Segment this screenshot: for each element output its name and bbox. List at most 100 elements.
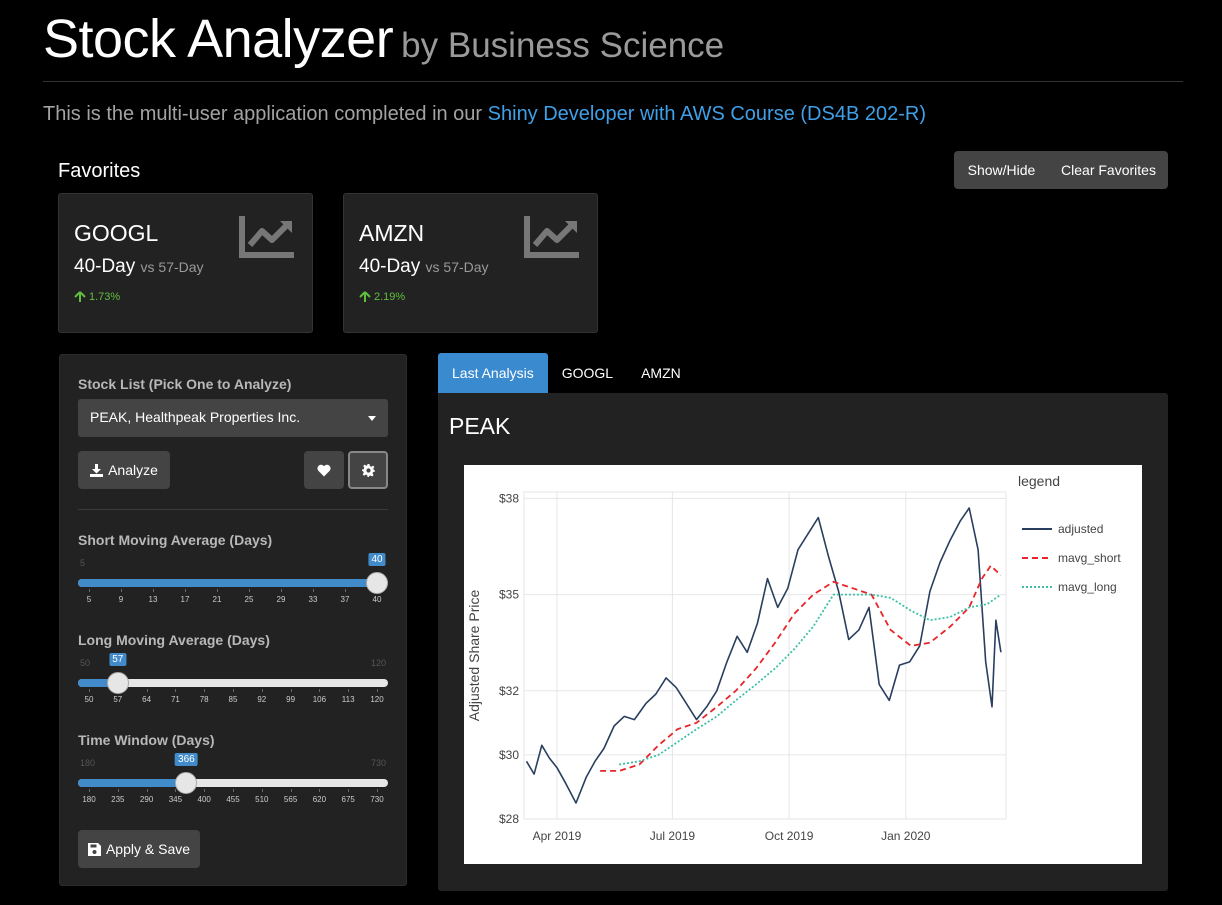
- y-tick-label: $35: [499, 588, 519, 602]
- slider-tick-mark: [175, 689, 177, 692]
- tab-amzn[interactable]: AMZN: [627, 353, 695, 393]
- price-chart-svg: $28 $30 $32 $35 $38 Apr 2019 Jul 2019 Oct 2019 J…: [466, 473, 1121, 843]
- slider-tick-label: 71: [170, 695, 180, 704]
- slider-tick-label: 106: [312, 695, 327, 704]
- slider-tick-mark: [117, 789, 119, 792]
- slider-tick-label: 113: [341, 695, 355, 704]
- slider-tick-mark: [249, 589, 250, 592]
- x-tick-label: Jan 2020: [881, 829, 931, 843]
- intro-sentence: This is the multi-user application compl…: [43, 103, 488, 125]
- slider-tick-mark: [319, 689, 321, 692]
- time-window-slider[interactable]: 180 730 180 235 290 345 400 455 510 565 620 675 730 3…: [78, 753, 388, 805]
- slider-tick-mark: [348, 789, 350, 792]
- legend-entry: adjusted: [1058, 522, 1103, 536]
- slider-tick-mark: [204, 789, 206, 792]
- favorite-card-amzn[interactable]: AMZN 40-Day vs 57-Day 2.19%: [343, 193, 598, 333]
- short-ma-slider[interactable]: 54059131721252933374040: [78, 553, 388, 605]
- slider-tick-label: 510: [255, 795, 269, 804]
- slider-tick-mark: [281, 589, 282, 592]
- series-line-adjusted: [525, 507, 1002, 804]
- favorite-button[interactable]: [304, 451, 344, 489]
- slider-tick-mark: [89, 689, 90, 692]
- favorites-actions: Show/Hide Clear Favorites: [954, 151, 1168, 189]
- caret-down-icon: [368, 416, 376, 421]
- time-window-label: Time Window (Days): [78, 732, 215, 748]
- card-symbol: AMZN: [359, 220, 425, 246]
- gear-icon: [361, 463, 375, 477]
- slider-tick-label: 40: [372, 595, 382, 604]
- x-tick-label: Apr 2019: [533, 829, 582, 843]
- download-icon: [90, 463, 104, 477]
- analysis-sidebar: Stock List (Pick One to Analyze) PEAK, H…: [59, 354, 407, 886]
- slider-tick-mark: [290, 789, 292, 792]
- slider-tick-label: 78: [199, 695, 209, 704]
- slider-tick-label: 455: [226, 795, 240, 804]
- slider-tick-label: 290: [139, 795, 154, 804]
- card-change-value: 1.73%: [89, 291, 121, 303]
- slider-tick-label: 345: [168, 795, 183, 804]
- save-icon: [87, 842, 101, 856]
- slider-handle[interactable]: [175, 772, 198, 794]
- slider-tick-mark: [377, 789, 378, 792]
- slider-tick-mark: [146, 789, 148, 792]
- slider-tick-label: 37: [340, 595, 350, 604]
- slider-handle[interactable]: [366, 572, 388, 594]
- arrow-up-icon: [74, 291, 86, 302]
- sidebar-divider: [78, 509, 388, 510]
- slider-tick-mark: [261, 789, 263, 792]
- card-period-value: 40-Day: [359, 256, 421, 277]
- stock-select-value: PEAK, Healthpeak Properties Inc.: [90, 409, 301, 425]
- slider-tick-mark: [89, 589, 90, 592]
- short-ma-label: Short Moving Average (Days): [78, 532, 273, 548]
- slider-tick-label: 120: [370, 695, 384, 704]
- x-tick-label: Jul 2019: [650, 829, 696, 843]
- slider-tick-label: 5: [86, 595, 92, 604]
- long-ma-slider[interactable]: 50 120 50 57 64 71 78 85 92 99 106 113 120 57: [78, 653, 388, 705]
- chart-line-icon: [524, 216, 579, 258]
- slider-min-label: 5: [80, 558, 86, 568]
- card-symbol: GOOGL: [74, 220, 159, 246]
- analyze-button[interactable]: Analyze: [78, 451, 170, 489]
- slider-min-label: 180: [80, 758, 96, 768]
- slider-tick-mark: [233, 789, 234, 792]
- slider-tick-label: 235: [111, 795, 125, 804]
- slider-tick-label: 180: [82, 795, 96, 804]
- stock-select[interactable]: PEAK, Healthpeak Properties Inc.: [78, 399, 388, 437]
- series-line-mavg_short: [600, 564, 1002, 772]
- slider-value-badge: 366: [175, 753, 198, 766]
- favorite-card-googl[interactable]: GOOGL 40-Day vs 57-Day 1.73%: [58, 193, 313, 333]
- apply-save-button[interactable]: Apply & Save: [78, 830, 200, 868]
- slider-tick-mark: [89, 789, 90, 792]
- app-title: Stock Analyzer: [43, 9, 394, 69]
- card-period-compare: vs 57-Day: [140, 259, 204, 275]
- slider-tick-mark: [345, 589, 346, 592]
- slider-tick-mark: [121, 589, 122, 592]
- slider-tick-label: 620: [312, 795, 327, 804]
- plot-area-border: [523, 491, 1007, 820]
- y-tick-label: $38: [499, 491, 519, 505]
- price-chart[interactable]: $28 $30 $32 $35 $38 Apr 2019 Jul 2019 Oct 2019 J…: [464, 465, 1142, 864]
- y-tick-label: $28: [499, 812, 519, 826]
- analysis-tabs: Last Analysis GOOGL AMZN: [438, 353, 695, 393]
- show-hide-button[interactable]: Show/Hide: [954, 151, 1049, 189]
- tab-googl[interactable]: GOOGL: [548, 353, 627, 393]
- apply-save-label: Apply & Save: [105, 841, 191, 857]
- x-tick-label: Oct 2019: [765, 829, 814, 843]
- tab-last-analysis[interactable]: Last Analysis: [438, 353, 548, 393]
- slider-value-badge: 57: [109, 653, 127, 666]
- slider-tick-label: 21: [212, 595, 222, 604]
- card-change: 1.73%: [74, 291, 120, 303]
- slider-handle[interactable]: [106, 672, 129, 694]
- slider-tick-label: 92: [257, 695, 267, 704]
- slider-tick-label: 400: [197, 795, 211, 804]
- slider-tick-mark: [146, 689, 148, 692]
- slider-tick-mark: [185, 589, 186, 592]
- arrow-up-icon: [359, 291, 371, 302]
- clear-favorites-button[interactable]: Clear Favorites: [1049, 151, 1168, 189]
- card-period: 40-Day vs 57-Day: [359, 256, 489, 278]
- course-link[interactable]: Shiny Developer with AWS Course (DS4B 20…: [488, 103, 926, 125]
- settings-button[interactable]: [348, 451, 388, 489]
- slider-max-label: 730: [370, 758, 386, 768]
- slider-tick-label: 64: [142, 695, 152, 704]
- card-period: 40-Day vs 57-Day: [74, 256, 204, 278]
